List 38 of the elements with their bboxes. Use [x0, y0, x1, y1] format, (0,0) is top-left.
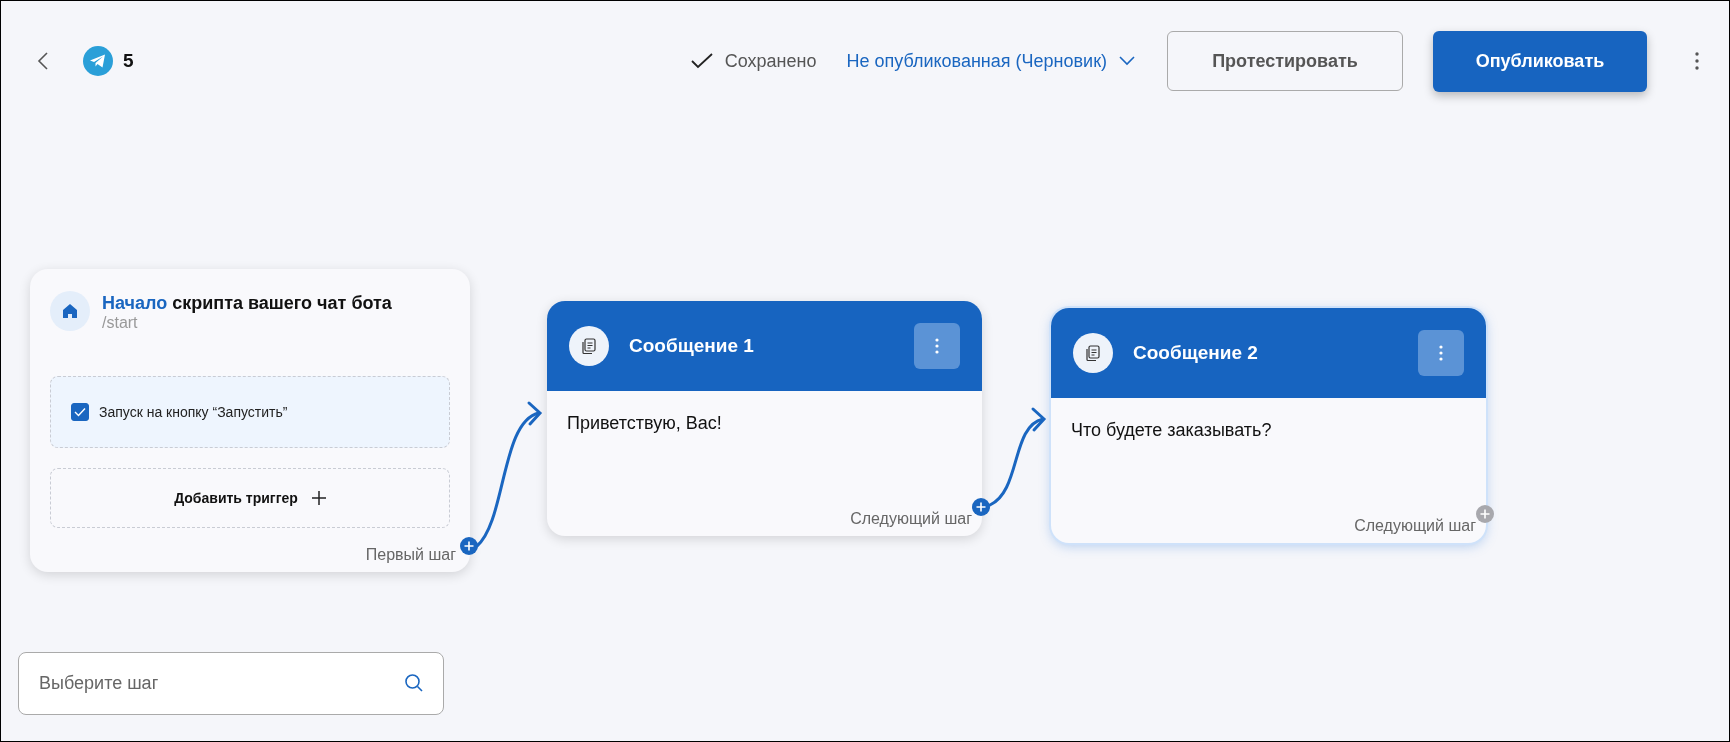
bot-number: 5: [123, 50, 134, 72]
save-status: Сохранено: [724, 50, 817, 72]
message-text: Приветствую, Вас!: [566, 412, 723, 435]
trigger-label: Запуск на кнопку “Запустить”: [99, 404, 288, 420]
add-step-handle[interactable]: [1476, 505, 1494, 523]
document-icon: [1073, 333, 1113, 373]
more-vertical-icon: [1695, 52, 1699, 70]
more-vertical-icon: [1439, 345, 1443, 361]
start-command: /start: [102, 314, 139, 332]
chevron-down-icon: [1119, 56, 1135, 66]
checkbox[interactable]: [71, 403, 89, 421]
paper-plane-icon: [83, 46, 113, 76]
add-step-handle[interactable]: [460, 537, 478, 555]
start-node-title: Начало скрипта вашего чат бота: [102, 293, 392, 314]
home-icon: [50, 291, 90, 331]
start-node-card[interactable]: Начало скрипта вашего чат бота /start Запуск на кнопку “Запустить” Добавить триггер Первый шаг: [30, 269, 470, 572]
add-step-handle[interactable]: [972, 498, 990, 516]
checkmark-icon: [690, 53, 713, 69]
step-title: Сообщение 1: [629, 335, 755, 357]
add-trigger-button[interactable]: Добавить триггер: [50, 468, 450, 528]
test-button[interactable]: Протестировать: [1167, 31, 1403, 91]
more-vertical-icon: [935, 338, 939, 354]
trigger-item[interactable]: Запуск на кнопку “Запустить”: [50, 376, 450, 448]
document-icon: [569, 326, 609, 366]
checkmark-icon: [74, 407, 86, 417]
search-icon: [404, 673, 424, 693]
step-output-label: Следующий шаг: [1354, 517, 1476, 535]
step-output-label: Первый шаг: [365, 546, 456, 564]
message-text: Что будете заказывать?: [1070, 419, 1273, 442]
chevron-left-icon: [37, 51, 49, 71]
step-output-label: Следующий шаг: [850, 510, 972, 528]
publish-button[interactable]: Опубликовать: [1433, 30, 1647, 92]
step-title: Сообщение 2: [1133, 342, 1259, 364]
plus-icon: [311, 491, 326, 505]
publish-status-dropdown[interactable]: Не опубликованная (Черновик): [846, 50, 1135, 72]
message-step-card[interactable]: Сообщение 2 Что будете заказывать? Следующий шаг: [1051, 308, 1486, 543]
step-search-field[interactable]: Выберите шаг: [18, 652, 444, 715]
message-step-card[interactable]: Сообщение 1 Приветствую, Вас! Следующий шаг: [547, 301, 982, 536]
